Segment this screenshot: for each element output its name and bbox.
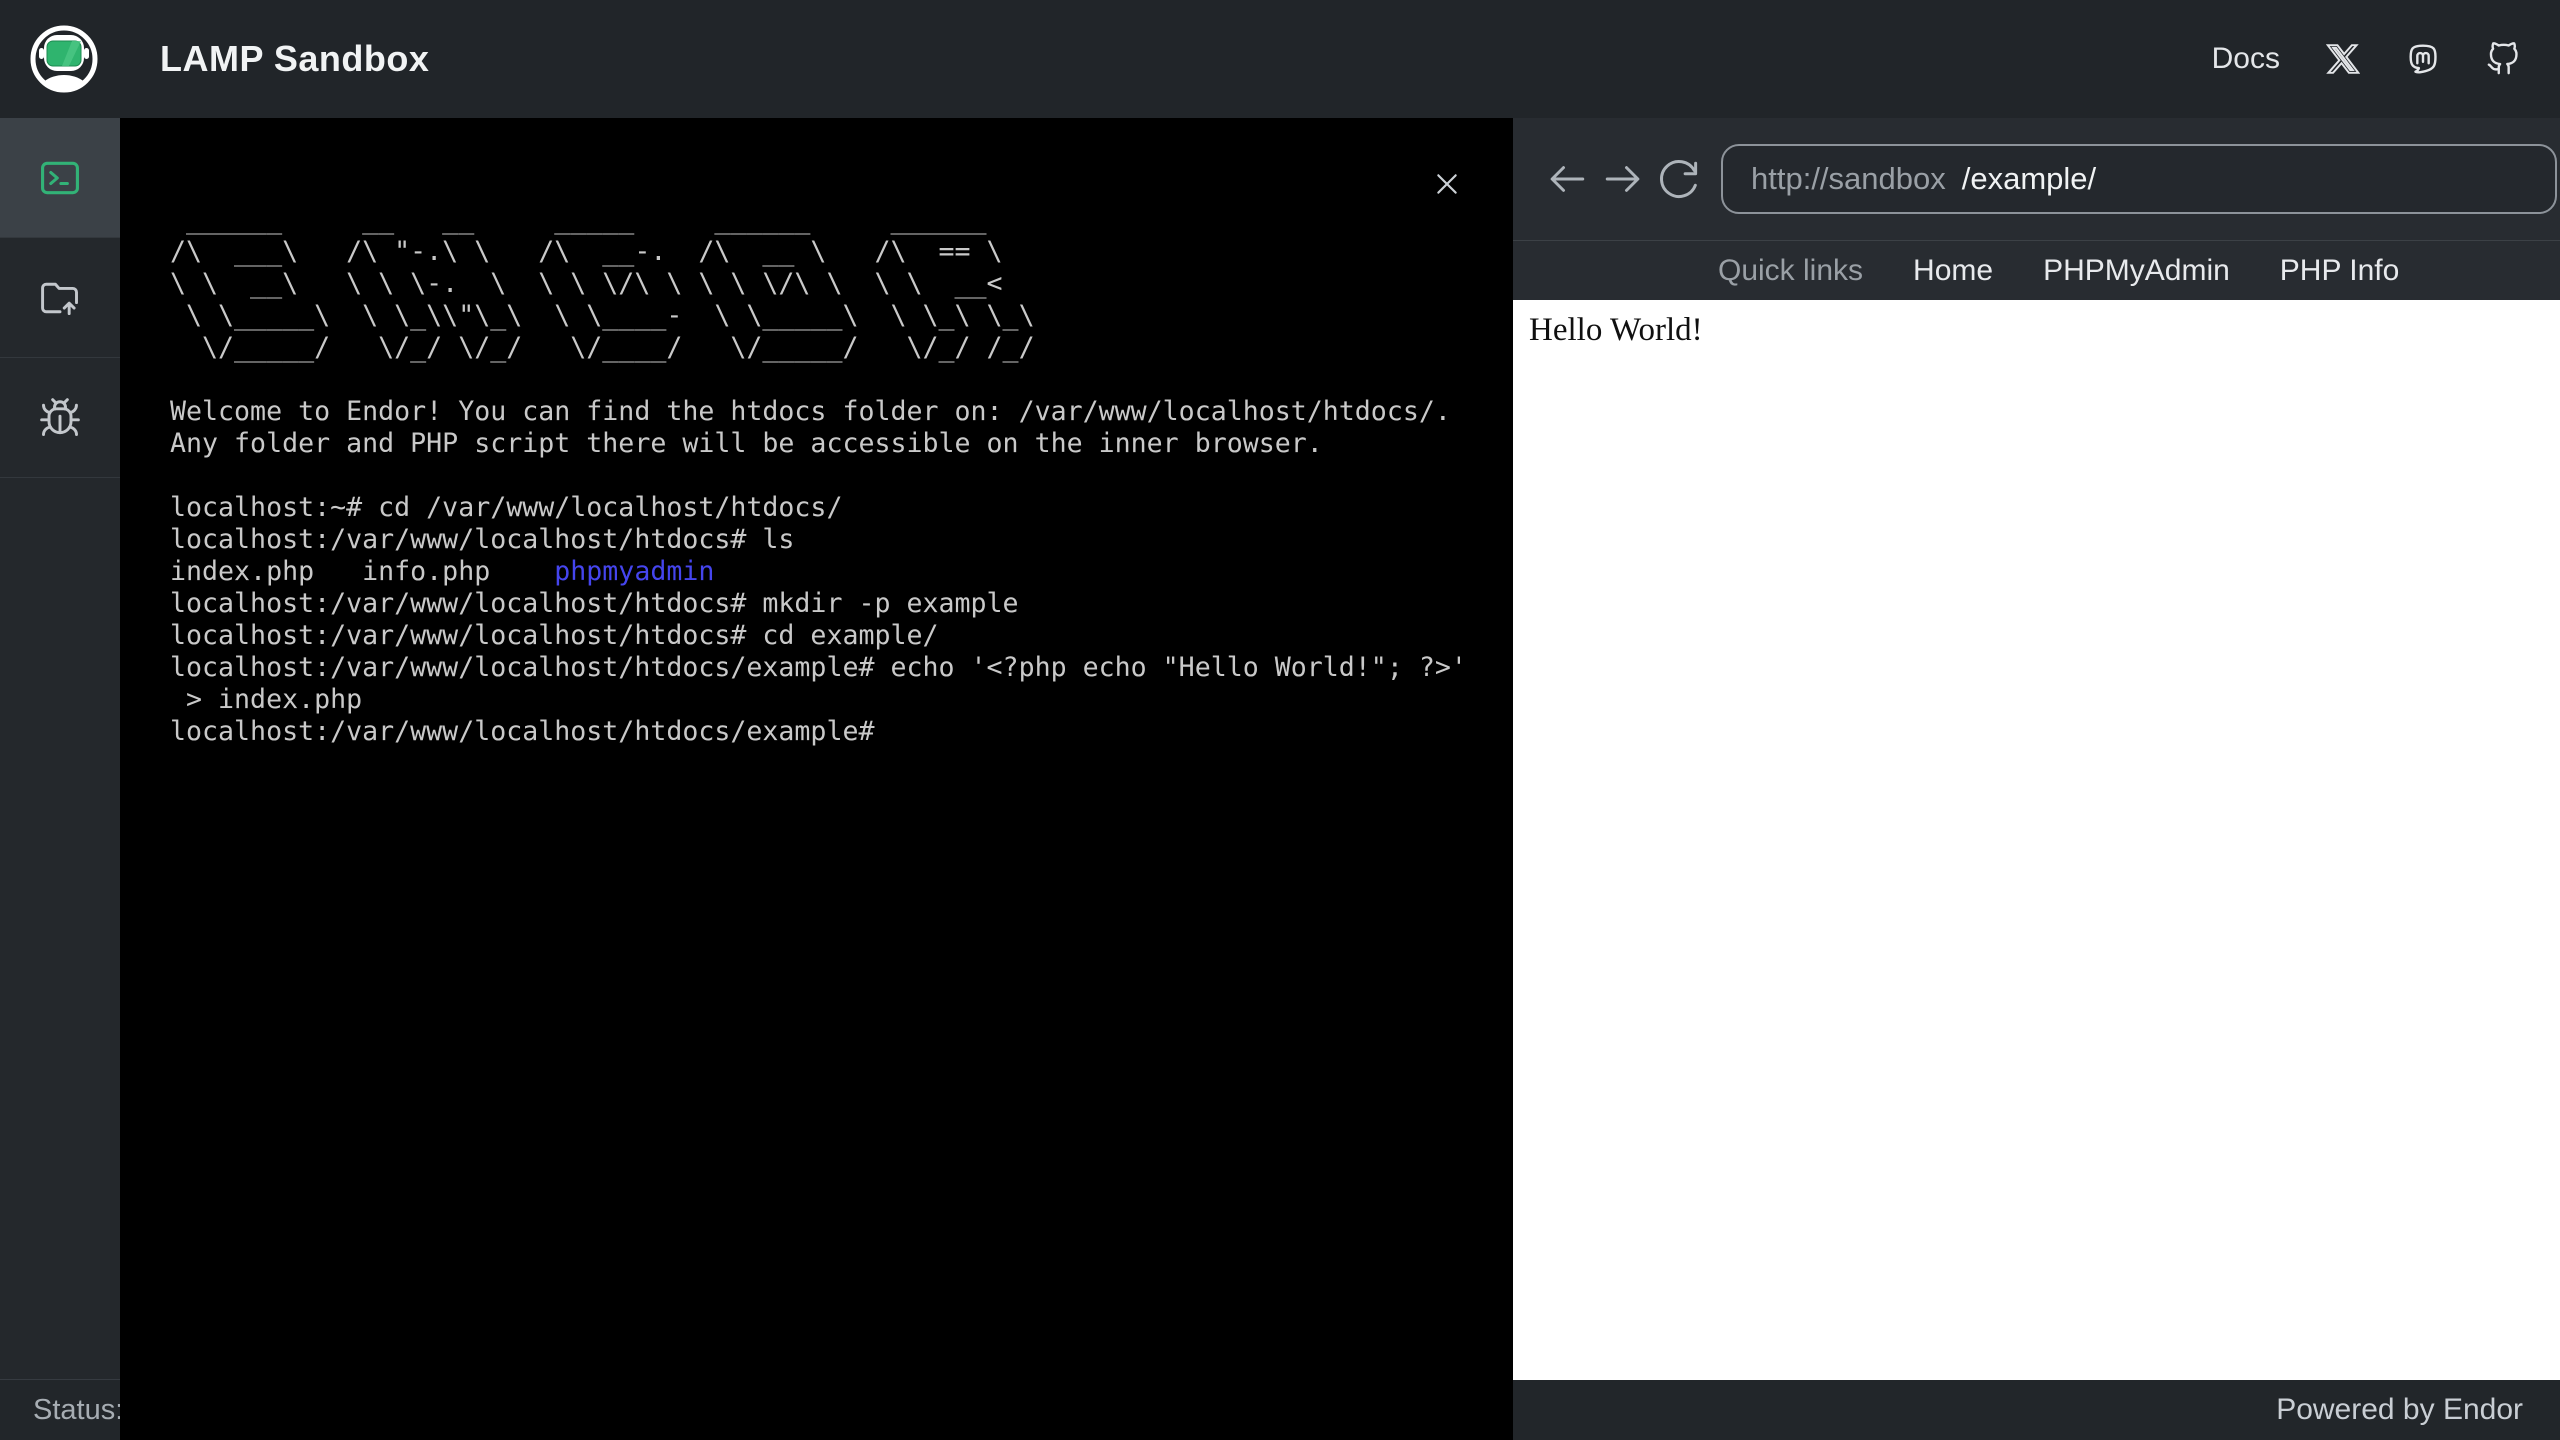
powered-by-text: Powered by Endor <box>2276 1393 2523 1426</box>
sidebar-item-terminal[interactable] <box>0 118 120 238</box>
endor-astronaut-logo-icon <box>28 23 100 95</box>
quick-links-label: Quick links <box>1718 253 1864 287</box>
terminal-icon <box>41 161 79 194</box>
quick-link-phpinfo[interactable]: PHP Info <box>2280 254 2400 288</box>
terminal-welcome: Welcome to Endor! You can find the htdoc… <box>170 396 1451 459</box>
terminal-ascii-art: ______ __ __ _____ ______ ______ /\ ___\… <box>170 204 1035 363</box>
url-path: /example/ <box>1961 161 2097 196</box>
arrow-right-icon <box>1605 166 1640 192</box>
mastodon-icon[interactable] <box>2406 42 2440 76</box>
github-icon[interactable] <box>2486 42 2520 76</box>
sidebar-item-file-upload[interactable] <box>0 238 120 358</box>
forward-button[interactable] <box>1595 151 1651 207</box>
url-input[interactable]: http://sandbox /example/ <box>1721 144 2557 214</box>
reload-button[interactable] <box>1651 151 1707 207</box>
terminal-close-button[interactable] <box>1427 164 1467 204</box>
terminal-output: localhost:~# cd /var/www/localhost/htdoc… <box>170 492 1467 747</box>
quick-link-phpmyadmin[interactable]: PHPMyAdmin <box>2043 254 2230 288</box>
header-actions: Docs <box>2212 42 2560 76</box>
terminal-panel[interactable]: ______ __ __ _____ ______ ______ /\ ___\… <box>120 118 1513 1440</box>
x-twitter-icon[interactable] <box>2326 42 2360 76</box>
url-host: http://sandbox <box>1751 161 1946 196</box>
status-text: Status: <box>33 1393 124 1426</box>
page-title: LAMP Sandbox <box>160 38 430 79</box>
top-header: LAMP Sandbox Docs <box>0 0 2560 118</box>
bug-icon <box>40 397 80 436</box>
inner-browser-panel: http://sandbox /example/ Quick links Hom… <box>1513 118 2560 1380</box>
quick-link-home[interactable]: Home <box>1913 254 1993 288</box>
close-icon <box>1437 174 1457 194</box>
sidebar-item-debug[interactable] <box>0 358 120 478</box>
folder-upload-icon <box>41 282 78 315</box>
arrow-left-icon <box>1550 166 1585 192</box>
reload-icon <box>1660 160 1698 198</box>
browser-nav-bar: http://sandbox /example/ <box>1513 118 2560 240</box>
left-sidebar <box>0 118 120 1380</box>
page-body-text: Hello World! <box>1529 312 1703 348</box>
quick-links-bar: Quick links Home PHPMyAdmin PHP Info <box>1513 240 2560 300</box>
docs-link[interactable]: Docs <box>2212 42 2280 76</box>
browser-viewport[interactable]: Hello World! <box>1513 300 2560 1380</box>
back-button[interactable] <box>1539 151 1595 207</box>
